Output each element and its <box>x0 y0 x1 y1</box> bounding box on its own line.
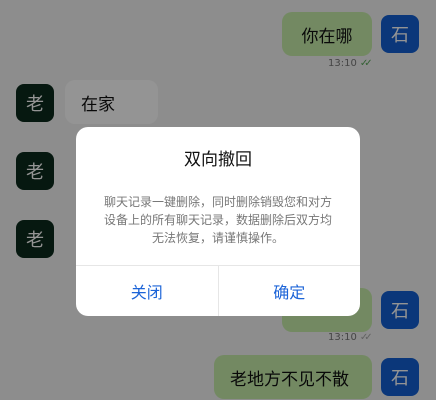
dialog-title: 双向撤回 <box>184 150 252 170</box>
dialog-actions: 关闭 确定 <box>76 265 360 316</box>
recall-dialog: 双向撤回 聊天记录一键删除，同时删除销毁您和对方设备上的所有聊天记录，数据删除后… <box>76 127 360 316</box>
dialog-message: 聊天记录一键删除，同时删除销毁您和对方设备上的所有聊天记录，数据删除后双方均无法… <box>103 195 332 245</box>
confirm-button[interactable]: 确定 <box>217 266 361 316</box>
close-button[interactable]: 关闭 <box>76 266 218 316</box>
